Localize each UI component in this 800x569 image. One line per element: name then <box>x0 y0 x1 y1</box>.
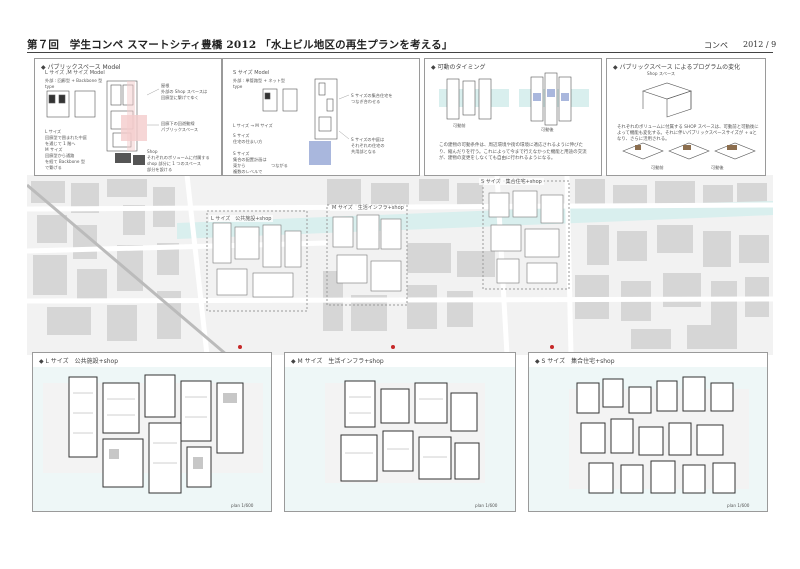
note: 共用部となる <box>351 149 376 154</box>
panel-s-size-model: S サイズ Model 外部 : 単管路型 + ネット型 type L サイズ … <box>222 58 420 176</box>
label-after: 可動後 <box>711 165 724 170</box>
note: つながる <box>271 163 288 168</box>
note: それぞれの住宅の <box>351 143 385 148</box>
s-size-floor-plan <box>529 367 767 511</box>
program-change-description: それぞれのボリュームに付属する SHOP スペースは、可動前と可動後によって機能… <box>617 125 759 142</box>
marker-dot <box>238 345 242 349</box>
note: S サイズ <box>233 151 250 156</box>
note: 住宅の住まい方 <box>233 139 263 144</box>
l-size-floor-plan <box>33 367 271 511</box>
header-date: 2012 / 9 <box>743 40 777 49</box>
note: つなぎ合わせる <box>351 99 381 104</box>
move-timing-description: この建物の可動条件は、周辺環境や街の環境に適応されるように伸びたり、縮んだりを行… <box>439 143 587 161</box>
note: shop 部分に 1 つのスペース <box>147 161 201 166</box>
map-label-m-size: M サイズ 生活インフラ+shop <box>330 204 406 211</box>
panel-l-size-plan: ◆ L サイズ 公共施設+shop plan 1/600 <box>32 352 272 512</box>
note: L サイズ <box>45 129 62 134</box>
m-size-floor-plan <box>285 367 515 511</box>
plan-scale: plan 1/600 <box>475 503 498 508</box>
program-change-diagram <box>622 82 756 160</box>
note: を経て Backbone 型 <box>45 159 86 164</box>
marker-dot <box>391 345 395 349</box>
plan-scale: plan 1/600 <box>231 503 254 508</box>
note: それぞれのボリュームに付属する <box>147 155 210 160</box>
note: パブリックスペース <box>161 127 199 132</box>
note: 集合の配置計画は <box>233 157 267 162</box>
note: 複数のレベルで <box>233 169 263 174</box>
header-label: コンペ <box>704 41 728 50</box>
note: 部分を設ける <box>147 167 173 172</box>
panel-program-change: ◆ パブリックスペース によるプログラムの変化 Shop スペース それぞれのボ… <box>606 58 766 176</box>
label-after: 可動後 <box>541 127 554 132</box>
note: 屋根 <box>161 83 170 88</box>
label-before: 可動前 <box>453 123 466 128</box>
note: S サイズの集合住宅を <box>351 93 393 98</box>
note: Shop <box>147 149 158 154</box>
note: 回廊型で囲まれた中庭 <box>45 135 87 140</box>
note: S サイズ <box>233 133 250 138</box>
note: 回廊型に繋げてゆく <box>161 95 199 100</box>
note: 外部の Shop スペースは <box>161 89 208 94</box>
plan-scale: plan 1/600 <box>727 503 750 508</box>
map-label-s-size: S サイズ 集合住宅+shop <box>479 178 544 185</box>
note: M サイズ <box>45 147 63 152</box>
panel-move-timing: ◆ 可動のタイミング 可動前 可動後 この建物の可動条件は、周辺環境や街の環境に… <box>424 58 602 176</box>
panel-m-size-plan: ◆ M サイズ 生活インフラ+shop plan 1/600 <box>284 352 516 512</box>
marker-dot <box>550 345 554 349</box>
note: 回廊型から通路 <box>45 153 75 158</box>
panel-s-size-plan: ◆ S サイズ 集合住宅+shop plan 1/600 <box>528 352 768 512</box>
note: 回廊下の回遊動線 <box>161 121 195 126</box>
note: を通じて 1 階へ <box>45 141 76 146</box>
map-label-l-size: L サイズ 公共施設+shop <box>209 215 274 222</box>
note: 東から <box>233 163 246 168</box>
sheet-title: 第７回 学生コンペ スマートシティ豊橋 2012 「水上ビル地区の再生プランを考… <box>27 39 453 51</box>
note: L サイズ → M サイズ <box>233 123 273 128</box>
note: S サイズの中庭は <box>351 137 385 142</box>
label-before: 可動前 <box>651 165 664 170</box>
header-rule <box>27 52 773 53</box>
note: で繋げる <box>45 165 62 170</box>
panel-public-space-model: ◆ パブリックスペース Model L サイズ ,M サイズ Model 外部 … <box>34 58 222 176</box>
